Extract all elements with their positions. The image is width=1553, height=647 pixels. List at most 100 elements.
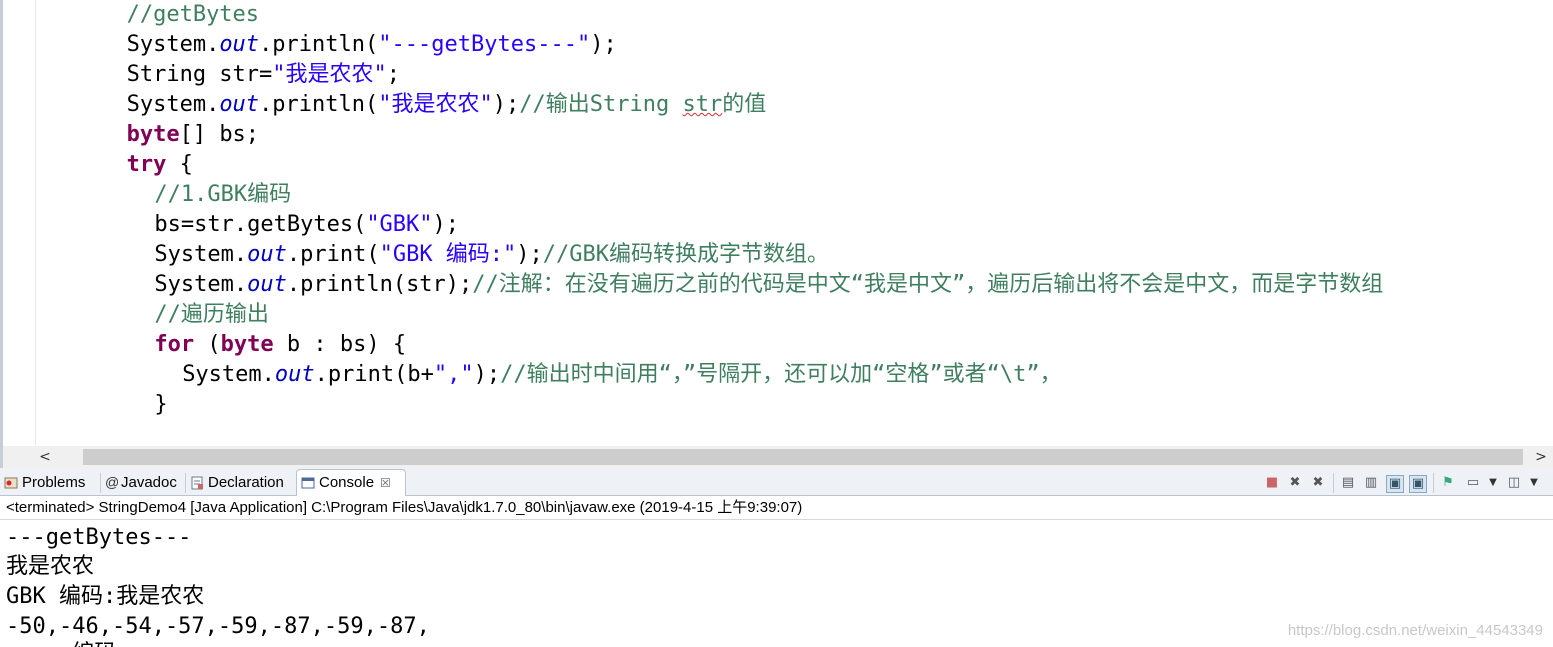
code-token: ; <box>386 62 401 87</box>
code-token: byte <box>220 332 274 357</box>
tab-label: Declaration <box>208 474 284 491</box>
code-token: .println( <box>259 32 379 57</box>
code-token: System. <box>154 242 248 267</box>
pin-console-icon[interactable]: ⚑ <box>1440 475 1456 491</box>
code-token: System. <box>182 362 275 387</box>
show-on-stderr-icon[interactable]: ▣ <box>1409 475 1427 493</box>
scrollbar-thumb[interactable] <box>83 449 1523 465</box>
code-line: for (byte b : bs) { <box>154 330 406 360</box>
code-token: System. <box>126 32 220 57</box>
code-token: ); <box>473 362 501 387</box>
code-line: System.out.println(str);//注解：在没有遍历之前的代码是… <box>154 270 1383 300</box>
code-token: str <box>682 92 723 117</box>
code-token: "我是农农" <box>272 62 387 87</box>
show-on-stdout-icon[interactable]: ▣ <box>1386 475 1404 493</box>
code-token: //输出时中间用“，”号隔开，还可以加“空格”或者“\t”， <box>500 362 1062 387</box>
code-line: try { <box>127 150 193 180</box>
scroll-lock-icon[interactable]: ▤ <box>1340 475 1356 491</box>
code-token: "GBK 编码:" <box>379 242 517 267</box>
console-line: 编码 <box>6 639 116 647</box>
display-console-icon[interactable]: ▭ <box>1465 475 1481 491</box>
code-token: { <box>166 152 193 177</box>
code-token: .print( <box>286 242 380 267</box>
console-icon <box>301 477 315 489</box>
code-editor[interactable]: //getBytes System.out.println("---getByte… <box>0 0 1553 446</box>
code-token: //遍历输出 <box>154 302 269 327</box>
code-token: [] bs; <box>179 122 260 147</box>
code-token: ( <box>194 332 221 357</box>
code-line: System.out.print(b+",");//输出时中间用“，”号隔开，还… <box>182 360 1061 390</box>
code-token: .print(b+ <box>314 362 434 387</box>
console-line: -50,-46,-54,-57,-59,-87,-59,-87, <box>6 614 430 639</box>
code-token: //1.GBK编码 <box>154 182 292 207</box>
close-icon[interactable]: ☒ <box>380 476 391 490</box>
problems-icon <box>4 477 18 489</box>
code-token: out <box>274 362 315 387</box>
at-icon: @ <box>105 474 120 490</box>
chevron-down-icon[interactable]: ▼ <box>1485 475 1501 491</box>
code-token: out <box>247 272 287 297</box>
editor-gutter <box>35 0 36 446</box>
code-token: System. <box>154 272 248 297</box>
code-token: .println( <box>259 92 379 117</box>
remove-launch-icon[interactable]: ✖ <box>1287 475 1303 491</box>
open-console-icon[interactable]: ◫ <box>1506 475 1522 491</box>
code-token: ); <box>590 32 617 57</box>
console-line: GBK 编码:我是农农 <box>6 584 205 609</box>
code-token: //getBytes <box>126 2 260 27</box>
code-token: //输出String <box>519 92 683 117</box>
code-token: b : bs) { <box>273 332 407 357</box>
code-token: ); <box>492 92 520 117</box>
remove-all-terminated-icon[interactable]: ✖ <box>1310 475 1326 491</box>
watermark: https://blog.csdn.net/weixin_44543349 <box>1287 622 1543 639</box>
console-line: ---getBytes--- <box>6 525 192 550</box>
code-token: byte <box>126 122 180 147</box>
code-token: out <box>219 32 260 57</box>
code-token: ); <box>516 242 543 267</box>
scroll-right-arrow[interactable]: > <box>1531 446 1551 468</box>
horizontal-scrollbar[interactable]: < > <box>0 446 1553 468</box>
code-token: "," <box>433 362 474 387</box>
tab-problems[interactable]: Problems <box>0 470 100 496</box>
code-token: System. <box>126 92 220 117</box>
console-output[interactable]: ---getBytes--- 我是农农 GBK 编码:我是农农 -50,-46,… <box>0 521 1553 647</box>
code-token: out <box>247 242 287 267</box>
code-token: try <box>126 152 167 177</box>
word-wrap-icon[interactable]: ▥ <box>1363 475 1379 491</box>
code-line: byte[] bs; <box>127 120 259 150</box>
tab-label: Problems <box>22 474 86 491</box>
code-token: //GBK编码转换成字节数组。 <box>542 242 830 267</box>
code-line: } <box>154 390 167 420</box>
chevron-down-icon[interactable]: ▼ <box>1526 475 1542 491</box>
code-line: String str="我是农农"; <box>127 60 400 90</box>
console-status-line: <terminated> StringDemo4 [Java Applicati… <box>0 496 1553 520</box>
code-token: .println(str); <box>286 272 473 297</box>
code-token: for <box>154 332 195 357</box>
tab-javadoc[interactable]: @ Javadoc <box>101 470 185 496</box>
code-line: System.out.println("---getBytes---"); <box>127 30 617 60</box>
code-token: "---getBytes---" <box>378 32 591 57</box>
scroll-left-arrow[interactable]: < <box>35 446 55 468</box>
tab-declaration[interactable]: Declaration <box>186 470 296 496</box>
code-line: //1.GBK编码 <box>154 180 291 210</box>
declaration-icon <box>191 476 203 490</box>
code-token: } <box>154 392 168 417</box>
console-line: 我是农农 <box>6 554 95 579</box>
code-token: 的值 <box>722 92 767 117</box>
tab-console[interactable]: Console ☒ <box>296 469 406 496</box>
tab-label: Console <box>319 474 375 491</box>
code-token: ); <box>432 212 460 237</box>
code-token: bs=str.getBytes( <box>154 212 367 237</box>
tab-label: Javadoc <box>121 474 177 491</box>
code-token: //注解：在没有遍历之前的代码是中文“我是中文”，遍历后输出将不会是中文，而是字… <box>472 272 1384 297</box>
code-line: bs=str.getBytes("GBK"); <box>154 210 459 240</box>
view-tab-bar: Problems @ Javadoc Declaration Console ☒ … <box>0 468 1553 496</box>
code-token: "我是农农" <box>378 92 493 117</box>
code-line: //遍历输出 <box>154 300 269 330</box>
code-line: //getBytes <box>127 0 259 30</box>
terminate-icon[interactable]: ■ <box>1264 475 1280 491</box>
code-token: "GBK" <box>366 212 433 237</box>
code-line: System.out.println("我是农农");//输出String st… <box>127 90 767 120</box>
code-line: System.out.print("GBK 编码:");//GBK编码转换成字节… <box>154 240 829 270</box>
code-token: out <box>219 92 260 117</box>
